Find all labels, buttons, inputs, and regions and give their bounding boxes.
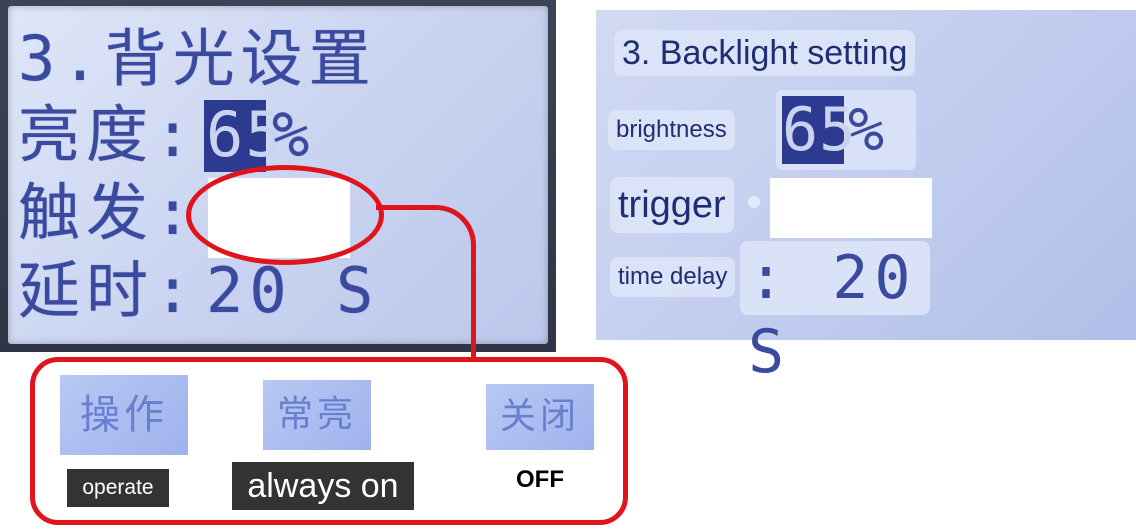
brightness-label-en: brightness bbox=[608, 110, 735, 150]
lcd-title-cn: 3.背光设置 bbox=[18, 22, 377, 95]
brightness-unit-en: % bbox=[848, 95, 885, 165]
brightness-unit-cn: % bbox=[272, 98, 316, 171]
delay-value-cn: 20 S bbox=[206, 254, 380, 327]
brightness-label-cn: 亮度: bbox=[18, 98, 198, 171]
option-off-lcd: 关闭 bbox=[486, 384, 594, 450]
trigger-highlight-ellipse bbox=[186, 165, 384, 265]
option-operate-caption: operate bbox=[67, 469, 169, 507]
option-operate-lcd: 操作 bbox=[60, 375, 188, 455]
trigger-label-cn: 触发: bbox=[18, 176, 198, 249]
callout-connector-line bbox=[376, 205, 476, 365]
time-delay-label-en: time delay bbox=[610, 257, 736, 297]
trigger-value-blank-en bbox=[770, 178, 932, 238]
trigger-separator-dot bbox=[748, 196, 760, 208]
lcd-title-en: 3. Backlight setting bbox=[614, 30, 916, 76]
option-always-on-lcd: 常亮 bbox=[263, 380, 371, 450]
time-delay-value-frame: : 20 S bbox=[740, 241, 930, 387]
delay-label-cn: 延时: bbox=[18, 254, 198, 327]
option-off-caption: OFF bbox=[516, 466, 564, 493]
brightness-value-en: 65 bbox=[782, 95, 857, 165]
trigger-label-en: trigger bbox=[610, 177, 734, 233]
option-always-on-caption: always on bbox=[232, 462, 414, 510]
time-delay-value-en: : 20 S bbox=[748, 243, 917, 387]
